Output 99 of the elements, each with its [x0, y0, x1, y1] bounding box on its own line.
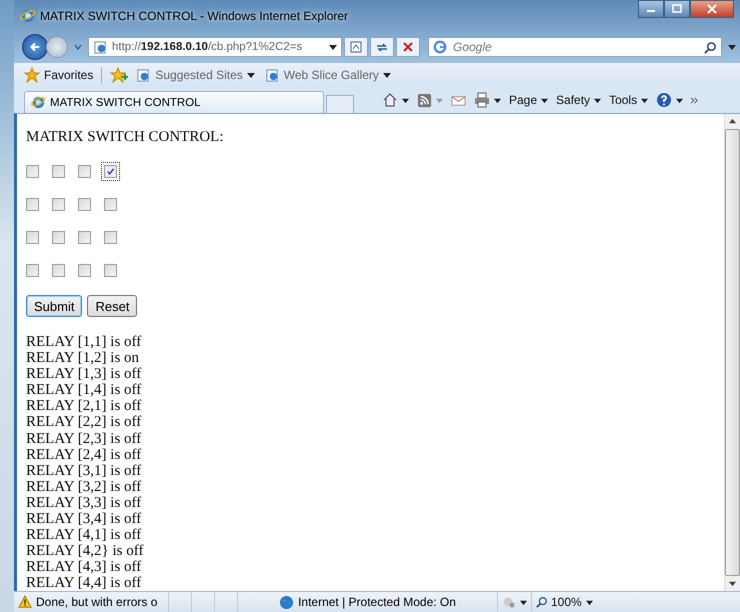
command-menu[interactable]: Tools — [609, 93, 648, 107]
add-favorite-icon[interactable] — [101, 67, 128, 83]
dropdown-icon — [494, 96, 501, 104]
window-title: MATRIX SWITCH CONTROL - Windows Internet Explorer — [40, 9, 348, 23]
zoom-button[interactable]: 100% — [536, 595, 582, 609]
warning-icon[interactable] — [18, 595, 32, 609]
relay-checkbox[interactable] — [78, 231, 91, 244]
browser-logo-icon — [20, 8, 36, 24]
dropdown-icon — [594, 96, 602, 104]
browser-tab[interactable]: MATRIX SWITCH CONTROL — [24, 91, 324, 113]
relay-status: RELAY [4,1] is off — [26, 527, 142, 544]
print-button[interactable] — [474, 92, 501, 108]
relay-checkbox[interactable] — [52, 231, 65, 244]
feeds-button[interactable] — [417, 92, 443, 108]
relay-status: RELAY [3,3] is off — [26, 494, 142, 512]
favorites-button[interactable]: Favorites — [22, 67, 96, 83]
new-tab-button[interactable] — [326, 95, 354, 113]
favorites-link[interactable]: Web Slice Gallery — [262, 68, 393, 82]
relay-status: RELAY [3,2] is off — [26, 478, 142, 495]
relay-status: RELAY [1,2] is on — [26, 350, 140, 366]
command-menu[interactable]: Page — [509, 93, 548, 107]
stop-icon — [401, 40, 415, 54]
relay-status: RELAY [4,3] is off — [26, 559, 142, 576]
page-icon — [264, 68, 280, 82]
relay-status: RELAY [2,2] is off — [26, 414, 142, 431]
page-icon — [136, 68, 152, 82]
scroll-up-icon[interactable] — [729, 118, 736, 125]
minimize-button[interactable] — [638, 0, 664, 18]
relay-checkbox[interactable] — [26, 264, 39, 277]
page-view-icon — [349, 40, 363, 54]
relay-status: RELAY [3,1] is off — [26, 462, 142, 479]
globe-icon — [279, 594, 294, 610]
back-button[interactable] — [22, 34, 48, 60]
close-button[interactable] — [690, 0, 734, 18]
dropdown-icon[interactable] — [586, 598, 593, 606]
command-menu[interactable]: Safety — [556, 93, 602, 107]
dropdown-icon[interactable] — [520, 598, 527, 606]
relay-status: RELAY [4,4] is off — [26, 575, 142, 591]
home-icon — [382, 92, 398, 108]
relay-checkbox[interactable] — [78, 198, 91, 211]
security-zone: Internet | Protected Mode: On — [298, 595, 456, 609]
close-icon — [707, 4, 717, 14]
dropdown-icon — [676, 96, 684, 104]
submit-button[interactable]: Submit — [26, 295, 82, 317]
refresh-button[interactable] — [370, 37, 394, 57]
status-message: Done, but with errors o — [36, 595, 158, 609]
dropdown-icon — [641, 96, 648, 104]
relay-status: RELAY [2,4] is off — [26, 446, 142, 463]
dropdown-icon[interactable] — [329, 43, 337, 51]
relay-status: RELAY [1,3] is off — [26, 366, 142, 382]
dropdown-icon — [402, 96, 409, 104]
chevron-icon[interactable] — [691, 96, 698, 104]
caret-icon[interactable] — [74, 43, 82, 51]
relay-status: RELAY [3,4] is off — [26, 511, 142, 528]
search-field[interactable]: Google — [428, 37, 722, 57]
scroll-down-icon[interactable] — [729, 580, 736, 587]
help-button[interactable] — [656, 92, 684, 108]
home-button[interactable] — [382, 92, 409, 108]
page-icon — [93, 40, 108, 54]
printer-icon — [474, 92, 490, 108]
relay-status: RELAY [4,2} is off — [26, 543, 144, 560]
dropdown-icon — [541, 96, 548, 104]
maximize-button[interactable] — [664, 0, 690, 18]
relay-checkbox[interactable] — [104, 198, 117, 211]
star-icon — [24, 67, 40, 83]
scrollbar-thumb[interactable] — [725, 129, 740, 576]
relay-checkbox[interactable] — [104, 231, 117, 244]
favorites-link[interactable]: Suggested Sites — [134, 68, 257, 82]
relay-checkbox[interactable] — [26, 165, 39, 178]
help-icon — [656, 92, 672, 108]
relay-checkbox[interactable] — [104, 264, 117, 277]
address-field[interactable]: http://192.168.0.10/cb.php?1%2C2=s — [88, 37, 342, 57]
relay-checkbox[interactable] — [52, 165, 65, 178]
back-arrow-icon — [28, 40, 42, 54]
reset-button[interactable]: Reset — [87, 295, 138, 317]
relay-status: RELAY [2,1] is off — [26, 398, 142, 414]
compatibility-button[interactable] — [344, 37, 368, 57]
search-engine-icon — [433, 40, 447, 54]
dropdown-icon — [436, 96, 443, 104]
relay-status: RELAY [2,3] is off — [26, 430, 142, 447]
relay-checkbox[interactable] — [52, 264, 65, 277]
relay-status: RELAY [1,4] is off — [26, 382, 142, 398]
relay-checkbox[interactable] — [26, 231, 39, 244]
caret-icon[interactable] — [728, 43, 736, 51]
relay-checkbox[interactable] — [52, 198, 65, 211]
relay-checkbox[interactable] — [26, 198, 39, 211]
stop-button[interactable] — [396, 37, 420, 57]
relay-checkbox[interactable] — [104, 165, 117, 178]
page-heading: MATRIX SWITCH CONTROL: — [26, 128, 224, 147]
relay-status: RELAY [1,1] is off — [26, 334, 142, 350]
feed-icon — [417, 92, 432, 108]
browser-logo-icon — [31, 95, 46, 110]
search-icon[interactable] — [704, 41, 717, 54]
dropdown-icon — [246, 71, 255, 79]
maximize-icon — [672, 4, 682, 14]
relay-checkbox[interactable] — [78, 264, 91, 277]
dropdown-icon — [382, 71, 391, 79]
zoom-icon — [536, 596, 548, 608]
relay-checkbox[interactable] — [78, 165, 91, 178]
